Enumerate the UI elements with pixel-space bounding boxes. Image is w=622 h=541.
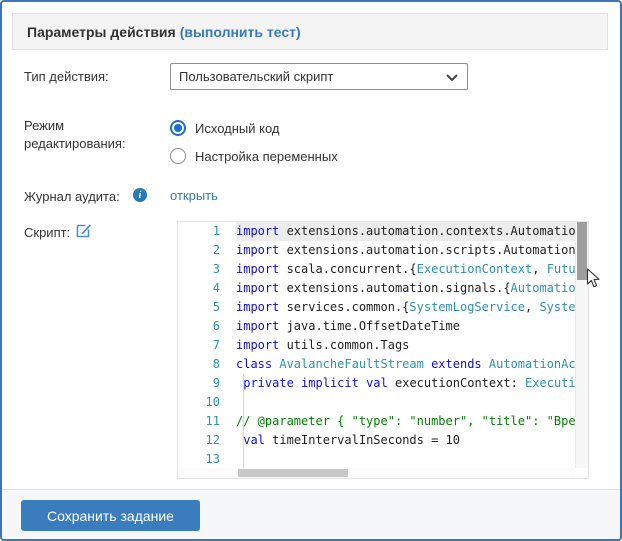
line-number: 4 bbox=[178, 279, 236, 298]
code-editor-lines: 1import extensions.automation.contexts.A… bbox=[178, 222, 575, 468]
action-type-select[interactable]: Пользовательский скрипт bbox=[170, 63, 468, 90]
code-line[interactable]: 7import utils.common.Tags bbox=[178, 336, 575, 355]
audit-log-label: Журнал аудита: bbox=[24, 188, 120, 206]
code-text: import extensions.automation.scripts.Aut… bbox=[236, 241, 575, 260]
line-number: 12 bbox=[178, 431, 236, 450]
line-number: 7 bbox=[178, 336, 236, 355]
code-line[interactable]: 10 bbox=[178, 393, 575, 412]
code-line[interactable]: 9 private implicit val executionContext:… bbox=[178, 374, 575, 393]
code-line[interactable]: 5import services.common.{SystemLogServic… bbox=[178, 298, 575, 317]
line-number: 6 bbox=[178, 317, 236, 336]
code-line[interactable]: 6import java.time.OffsetDateTime bbox=[178, 317, 575, 336]
vertical-scrollbar[interactable] bbox=[575, 222, 588, 468]
horizontal-scrollbar[interactable] bbox=[178, 468, 575, 478]
code-text bbox=[236, 450, 575, 468]
radio-variables-setup[interactable]: Настройка переменных bbox=[170, 148, 338, 164]
code-line[interactable]: 12 val timeIntervalInSeconds = 10 bbox=[178, 431, 575, 450]
code-text: // @parameter { "type": "number", "title… bbox=[236, 412, 575, 431]
panel-header: Параметры действия (выполнить тест) bbox=[12, 13, 608, 50]
radio-source-code[interactable]: Исходный код bbox=[170, 120, 280, 136]
line-number: 5 bbox=[178, 298, 236, 317]
radio-button-icon[interactable] bbox=[170, 120, 186, 136]
info-circle-icon[interactable]: i bbox=[133, 188, 147, 202]
radio-variables-setup-label: Настройка переменных bbox=[195, 149, 338, 164]
edit-mode-label: Режим редактирования: bbox=[24, 117, 142, 153]
edit-pencil-icon[interactable] bbox=[76, 222, 92, 238]
code-text: import extensions.automation.signals.{Au… bbox=[236, 279, 575, 298]
line-number: 9 bbox=[178, 374, 236, 393]
radio-source-code-label: Исходный код bbox=[195, 121, 280, 136]
line-number: 1 bbox=[178, 222, 236, 241]
code-line[interactable]: 3import scala.concurrent.{ExecutionConte… bbox=[178, 260, 575, 279]
audit-log-open-link[interactable]: открыть bbox=[170, 188, 218, 203]
line-number: 13 bbox=[178, 450, 236, 468]
code-line[interactable]: 11// @parameter { "type": "number", "tit… bbox=[178, 412, 575, 431]
script-label: Скрипт: bbox=[24, 224, 70, 242]
code-text: class AvalancheFaultStream extends Autom… bbox=[236, 355, 575, 374]
line-number: 8 bbox=[178, 355, 236, 374]
code-line[interactable]: 4import extensions.automation.signals.{A… bbox=[178, 279, 575, 298]
run-test-link[interactable]: (выполнить тест) bbox=[180, 24, 301, 40]
code-editor[interactable]: 1import extensions.automation.contexts.A… bbox=[177, 221, 589, 479]
action-parameters-panel: Параметры действия (выполнить тест) Тип … bbox=[0, 0, 622, 541]
horizontal-scrollbar-thumb[interactable] bbox=[238, 469, 348, 477]
radio-button-icon[interactable] bbox=[170, 148, 186, 164]
code-text: val timeIntervalInSeconds = 10 bbox=[236, 431, 575, 450]
code-text: import services.common.{SystemLogService… bbox=[236, 298, 575, 317]
line-number: 11 bbox=[178, 412, 236, 431]
line-number: 2 bbox=[178, 241, 236, 260]
panel-title: Параметры действия bbox=[27, 24, 176, 40]
code-text: private implicit val executionContext: E… bbox=[236, 374, 575, 393]
save-task-button[interactable]: Сохранить задание bbox=[21, 500, 200, 531]
code-line[interactable]: 2import extensions.automation.scripts.Au… bbox=[178, 241, 575, 260]
code-line[interactable]: 1import extensions.automation.contexts.A… bbox=[178, 222, 575, 241]
code-line[interactable]: 8class AvalancheFaultStream extends Auto… bbox=[178, 355, 575, 374]
code-text: import scala.concurrent.{ExecutionContex… bbox=[236, 260, 575, 279]
chevron-down-icon bbox=[446, 74, 458, 82]
vertical-scrollbar-thumb[interactable] bbox=[577, 222, 587, 280]
action-type-label: Тип действия: bbox=[24, 68, 109, 86]
action-type-value: Пользовательский скрипт bbox=[179, 69, 333, 84]
code-text: import utils.common.Tags bbox=[236, 336, 575, 355]
line-number: 10 bbox=[178, 393, 236, 412]
code-text: import java.time.OffsetDateTime bbox=[236, 317, 575, 336]
line-number: 3 bbox=[178, 260, 236, 279]
panel-footer: Сохранить задание bbox=[2, 489, 620, 539]
code-text bbox=[236, 393, 575, 412]
code-line[interactable]: 13 bbox=[178, 450, 575, 468]
code-text: import extensions.automation.contexts.Au… bbox=[236, 222, 575, 241]
